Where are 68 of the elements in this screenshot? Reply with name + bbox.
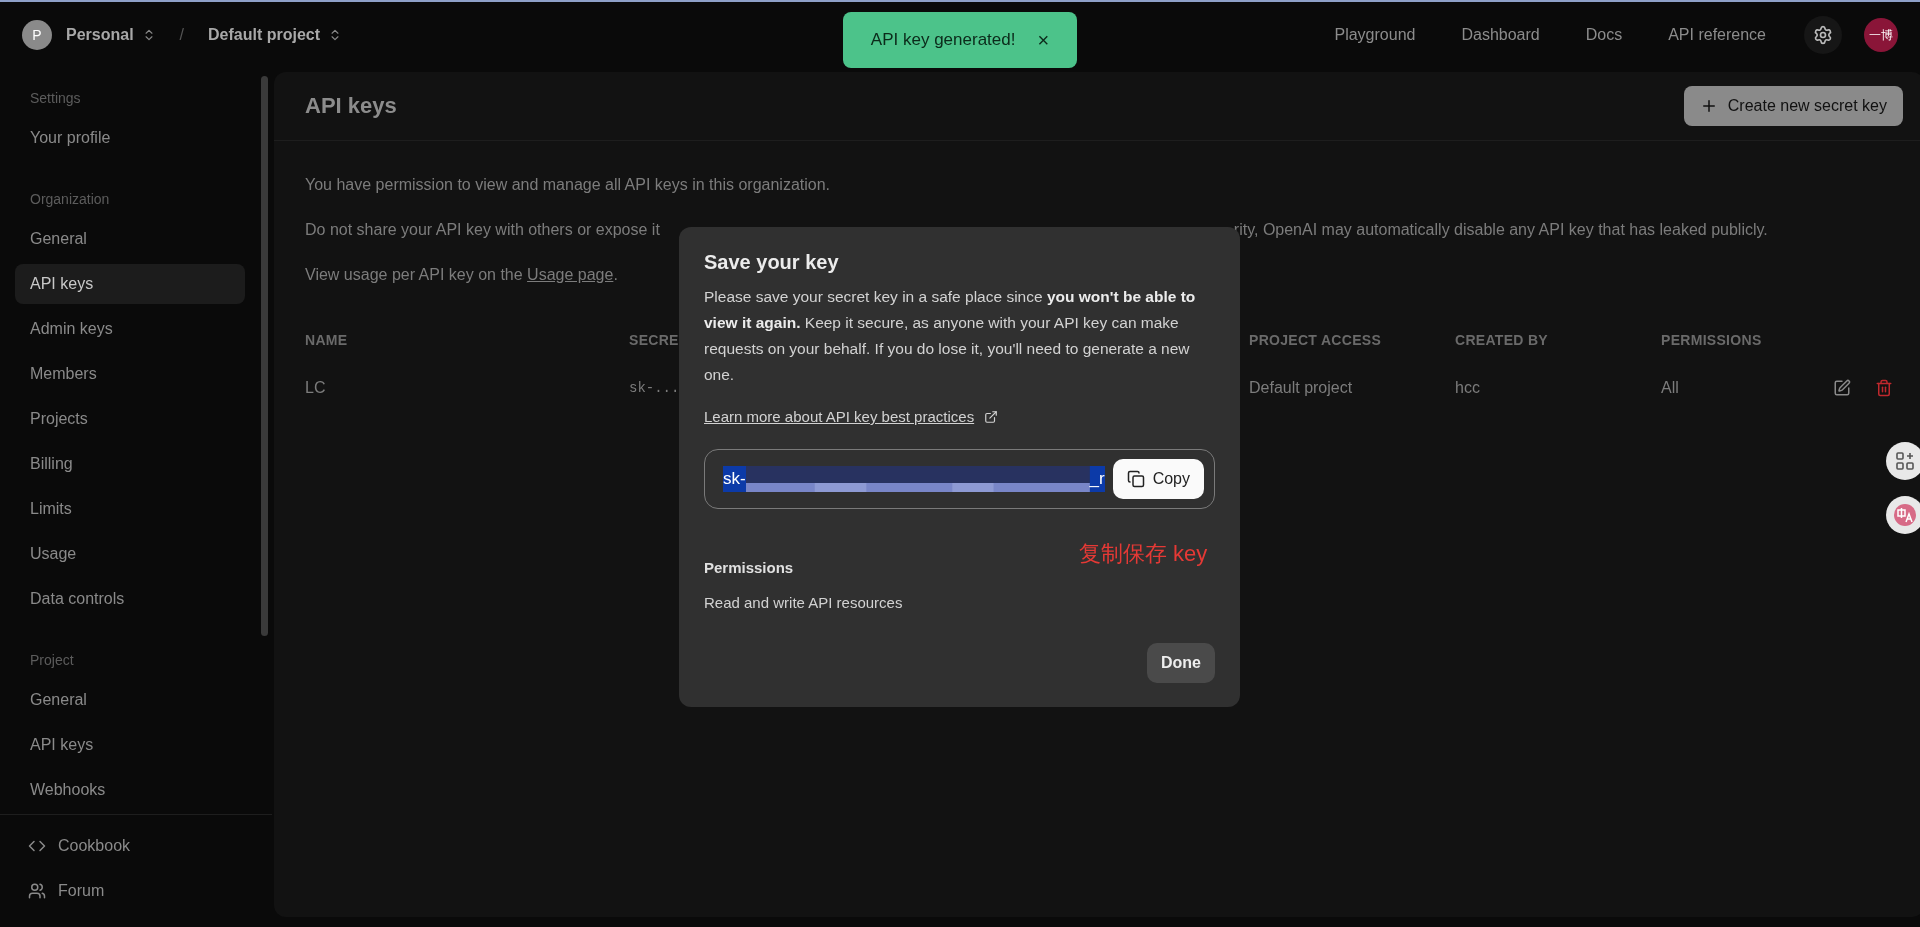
sidebar-item[interactable]: API keys bbox=[15, 725, 245, 765]
nav-link[interactable]: Dashboard bbox=[1461, 26, 1540, 44]
warning-text: Do not share your API key with others or expose it bbox=[305, 220, 660, 240]
section-label: Settings bbox=[29, 89, 82, 108]
grid-plus-icon[interactable] bbox=[1886, 442, 1920, 480]
column-header: SECRE bbox=[629, 332, 679, 348]
people-icon bbox=[28, 881, 46, 900]
delete-button[interactable] bbox=[1875, 379, 1893, 397]
edit-button[interactable] bbox=[1833, 379, 1851, 397]
best-practices-link[interactable]: Learn more about API key best practices bbox=[704, 408, 999, 425]
close-button[interactable]: × bbox=[1037, 28, 1050, 52]
sidebar-item[interactable]: API keys bbox=[15, 264, 245, 304]
user-avatar[interactable]: 一博 bbox=[1864, 18, 1898, 52]
column-header: PERMISSIONS bbox=[1661, 332, 1762, 348]
sidebar-link[interactable]: Forum bbox=[28, 868, 244, 913]
create-key-button[interactable]: Create new secret key bbox=[1683, 86, 1903, 126]
breadcrumb-separator: / bbox=[179, 26, 185, 44]
section-label: Project bbox=[29, 651, 75, 670]
sidebar-item[interactable]: Usage bbox=[15, 534, 245, 574]
column-header: NAME bbox=[305, 332, 348, 348]
pencil-icon bbox=[1833, 379, 1851, 397]
sidebar-item[interactable]: Billing bbox=[15, 444, 245, 484]
annotation-text: 复制保存 key bbox=[1079, 540, 1208, 568]
copy-icon bbox=[1126, 470, 1145, 488]
key-prefix: sk- bbox=[723, 469, 746, 489]
key-field[interactable]: sk- _r Copy bbox=[704, 449, 1215, 509]
scrollbar[interactable] bbox=[261, 76, 268, 636]
toast-message: API key generated! bbox=[870, 30, 1016, 50]
table-cell: LC bbox=[305, 379, 326, 397]
table-cell: hcc bbox=[1455, 379, 1480, 397]
sidebar-item[interactable]: General bbox=[15, 219, 245, 259]
dialog-title: Save your key bbox=[704, 251, 840, 274]
nav-link[interactable]: Playground bbox=[1334, 26, 1416, 44]
intro-text: You have permission to view and manage all API keys in this organization. bbox=[305, 175, 831, 195]
sidebar-item[interactable]: Limits bbox=[15, 489, 245, 529]
org-name[interactable]: Personal bbox=[66, 26, 134, 44]
table-cell: sk-... bbox=[629, 380, 680, 396]
settings-icon bbox=[1813, 25, 1833, 45]
permissions-value: Read and write API resources bbox=[704, 594, 903, 611]
sidebar-item[interactable]: Projects bbox=[15, 399, 245, 439]
sidebar-item[interactable]: Members bbox=[15, 354, 245, 394]
section-label: Organization bbox=[29, 190, 111, 209]
usage-text: View usage per API key on the Usage page. bbox=[305, 265, 618, 285]
key-suffix: _r bbox=[1089, 469, 1105, 489]
copy-button[interactable]: Copy bbox=[1112, 459, 1204, 499]
sidebar-item[interactable]: Data controls bbox=[15, 579, 245, 619]
column-header: PROJECT ACCESS bbox=[1249, 332, 1382, 348]
org-avatar[interactable]: P bbox=[22, 20, 52, 50]
page-title: API keys bbox=[305, 93, 397, 119]
sidebar-item[interactable]: Admin keys bbox=[15, 309, 245, 349]
done-button[interactable]: Done bbox=[1147, 643, 1215, 683]
usage-link[interactable]: Usage page bbox=[527, 266, 614, 283]
settings-button[interactable] bbox=[1804, 16, 1842, 54]
sidebar-item[interactable]: General bbox=[15, 680, 245, 720]
sidebar-item[interactable]: Your profile bbox=[15, 118, 245, 158]
nav-link[interactable]: API reference bbox=[1668, 26, 1766, 44]
dialog-text: Please save your secret key in a safe place since you won't be able to view it again. Keep it secure, as anyone with your API key can make requests on your behalf. If you do lose it, you'll need to generate a new one. bbox=[704, 287, 1197, 385]
sidebar-link[interactable]: Cookbook bbox=[28, 823, 244, 868]
translate-icon[interactable] bbox=[1886, 496, 1920, 534]
table-cell: All bbox=[1661, 379, 1679, 397]
permissions-label: Permissions bbox=[704, 559, 794, 576]
column-header: CREATED BY bbox=[1455, 332, 1548, 348]
external-link-icon bbox=[984, 409, 999, 424]
project-name[interactable]: Default project bbox=[208, 26, 321, 44]
sidebar-item[interactable]: Webhooks bbox=[15, 770, 245, 810]
trash-icon bbox=[1875, 379, 1893, 397]
nav-link[interactable]: Docs bbox=[1585, 26, 1623, 44]
table-cell: Default project bbox=[1249, 379, 1353, 397]
